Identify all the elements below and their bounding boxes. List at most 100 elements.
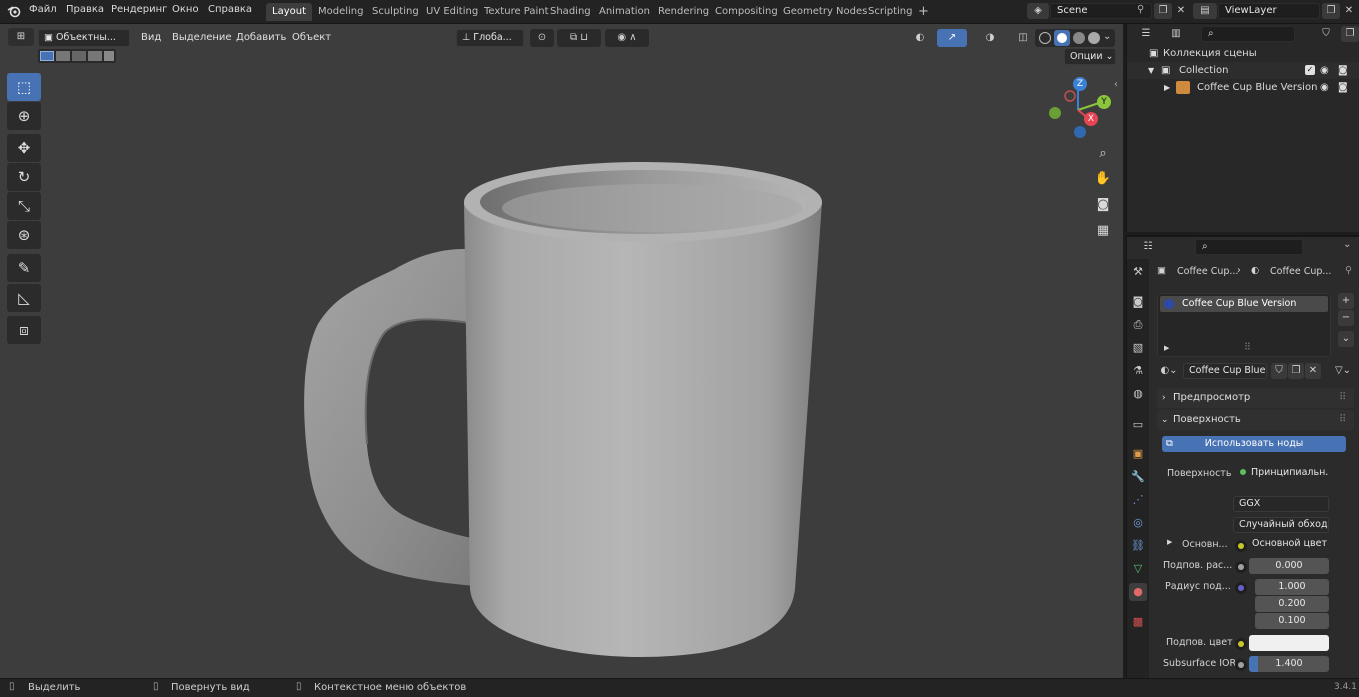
expand-arrow-icon[interactable]: ▼ (1148, 62, 1154, 79)
tab-modeling[interactable]: Modeling (312, 3, 370, 21)
visibility-eye-icon[interactable]: ◉ (1320, 62, 1329, 79)
select-invert-icon[interactable] (88, 51, 102, 61)
gizmo-x-axis[interactable]: X (1084, 112, 1098, 126)
outliner-scene-collection[interactable]: ▣ Коллекция сцены (1127, 45, 1359, 62)
properties-search-input[interactable]: ⌕ (1195, 239, 1303, 255)
use-nodes-button[interactable]: ⧉ Использовать ноды (1162, 436, 1346, 452)
xray-icon[interactable]: ◫ (1014, 29, 1032, 47)
menu-window[interactable]: Окно (172, 4, 199, 15)
base-color-socket-icon[interactable] (1235, 540, 1247, 552)
menu-view[interactable]: Вид (141, 29, 161, 47)
viewlayer-field[interactable]: ViewLayer (1218, 3, 1320, 19)
visibility-icon[interactable]: ◐ (906, 29, 934, 47)
subsurface-socket-icon[interactable] (1235, 561, 1247, 573)
subsurface-method-dropdown[interactable]: Случайный обход (1233, 517, 1329, 533)
collection-tab-icon[interactable]: ▭ (1129, 416, 1147, 434)
menu-file[interactable]: Файл (29, 4, 57, 15)
pan-hand-icon[interactable]: ✋ (1092, 168, 1114, 190)
unlink-material-icon[interactable]: ✕ (1305, 363, 1321, 379)
viewlayer-browse-icon[interactable]: ▤ (1193, 3, 1217, 19)
tab-scripting[interactable]: Scripting (862, 3, 918, 21)
tab-sculpting[interactable]: Sculpting (366, 3, 425, 21)
select-intersect-icon[interactable] (104, 51, 114, 61)
transform-orientation-dropdown[interactable]: ⊥ Глоба... (456, 29, 524, 47)
render-tab-icon[interactable]: ◙ (1129, 293, 1147, 311)
tab-rendering[interactable]: Rendering (652, 3, 715, 21)
pin-icon[interactable]: ⚲ (1345, 265, 1352, 276)
outliner-search-input[interactable]: ⌕ (1201, 26, 1295, 42)
select-box-tool[interactable]: ⬚ (7, 73, 41, 101)
move-tool[interactable]: ✥ (7, 134, 41, 162)
options-dropdown[interactable]: Опции ⌄ (1064, 48, 1116, 65)
new-viewlayer-icon[interactable]: ❐ (1322, 3, 1340, 19)
exclude-checkbox[interactable]: ✓ (1305, 65, 1315, 75)
measure-tool[interactable]: ◺ (7, 284, 41, 312)
shading-options-icon[interactable]: ⌄ (1103, 31, 1111, 42)
expand-arrow-icon[interactable]: ▶ (1167, 538, 1172, 546)
pivot-point-icon[interactable]: ⊙ (530, 29, 554, 47)
modifier-tab-icon[interactable]: 🔧 (1129, 468, 1147, 486)
link-type-icon[interactable]: ▽⌄ (1331, 363, 1355, 379)
tab-animation[interactable]: Animation (593, 3, 656, 21)
new-scene-icon[interactable]: ❐ (1154, 3, 1172, 19)
output-tab-icon[interactable]: ⎙ (1129, 316, 1147, 334)
drag-handle-icon[interactable]: ⠿ (1339, 388, 1346, 408)
overlays-icon[interactable]: ◑ (976, 29, 1004, 47)
menu-help[interactable]: Справка (208, 4, 252, 15)
material-slot-row[interactable]: Coffee Cup Blue Version (1160, 296, 1328, 312)
camera-view-icon[interactable]: ◙ (1092, 194, 1114, 216)
select-extend-icon[interactable] (56, 51, 70, 61)
3d-viewport[interactable]: ⊞ ▣ Объектны... Вид Выделение Добавить О… (0, 24, 1123, 678)
transform-tool[interactable]: ⊛ (7, 221, 41, 249)
material-browse-icon[interactable]: ◐⌄ (1157, 362, 1181, 379)
menu-object[interactable]: Объект (292, 29, 331, 47)
outliner-object[interactable]: ▶ Coffee Cup Blue Version ◉ ◙ (1127, 79, 1359, 96)
particles-tab-icon[interactable]: ⋰ (1129, 491, 1147, 509)
render-camera-icon[interactable]: ◙ (1338, 62, 1348, 79)
expand-arrow-icon[interactable]: ▶ (1164, 344, 1169, 352)
blender-logo-icon[interactable] (7, 4, 21, 18)
radius-socket-icon[interactable] (1235, 582, 1247, 594)
remove-viewlayer-icon[interactable]: ✕ (1340, 3, 1358, 19)
surface-panel-header[interactable]: ⌄ Поверхность ⠿ (1157, 410, 1354, 430)
proportional-edit-icon[interactable]: ◉ ∧ (605, 29, 649, 47)
properties-editor-icon[interactable]: ☷ (1135, 239, 1161, 255)
mode-dropdown[interactable]: ▣ Объектны... (38, 29, 130, 47)
outliner-collection[interactable]: ▼ ▣ Collection ✓ ◉ ◙ (1127, 62, 1359, 79)
expand-arrow-icon[interactable]: ▶ (1164, 79, 1170, 96)
rendered-shading-icon[interactable] (1088, 32, 1100, 44)
fake-user-shield-icon[interactable]: ⛉ (1271, 363, 1287, 379)
visibility-eye-icon[interactable]: ◉ (1320, 79, 1329, 96)
tab-layout[interactable]: Layout (266, 3, 312, 21)
wireframe-shading-icon[interactable] (1039, 32, 1051, 44)
material-name-field[interactable]: Coffee Cup Blue ... (1183, 363, 1267, 379)
world-tab-icon[interactable]: ◍ (1129, 385, 1147, 403)
zoom-icon[interactable]: ⌕ (1092, 143, 1114, 165)
select-new-icon[interactable] (40, 51, 54, 61)
resize-grip-icon[interactable]: ⠿ (1244, 342, 1251, 353)
tool-tab-icon[interactable]: ⚒ (1129, 263, 1147, 281)
solid-shading-icon[interactable] (1054, 30, 1070, 46)
radius-x-field[interactable]: 1.000 (1255, 579, 1329, 595)
rotate-tool[interactable]: ↻ (7, 163, 41, 191)
material-slots-list[interactable]: Coffee Cup Blue Version ▶ ⠿ (1157, 293, 1331, 357)
menu-select[interactable]: Выделение (172, 29, 232, 47)
drag-handle-icon[interactable]: ⠿ (1339, 410, 1346, 430)
material-tab-icon[interactable]: ● (1129, 583, 1147, 601)
subsurface-ior-socket-icon[interactable] (1235, 659, 1247, 671)
editor-type-icon[interactable]: ⊞ (8, 28, 34, 46)
constraints-tab-icon[interactable]: ⛓ (1129, 537, 1147, 555)
base-color-field[interactable]: Основной цвет (1247, 537, 1329, 553)
material-shading-icon[interactable] (1073, 32, 1085, 44)
remove-scene-icon[interactable]: ✕ (1172, 3, 1190, 19)
subsurface-field[interactable]: 0.000 (1249, 558, 1329, 574)
menu-edit[interactable]: Правка (66, 4, 104, 15)
gizmo-toggle-icon[interactable]: ↗ (937, 29, 967, 47)
filter-icon[interactable]: ⛉ (1315, 26, 1337, 42)
tab-compositing[interactable]: Compositing (709, 3, 784, 21)
gizmo-y-axis[interactable]: Y (1097, 95, 1111, 109)
slot-specials-icon[interactable]: ⌄ (1338, 331, 1354, 347)
object-tab-icon[interactable]: ▣ (1129, 445, 1147, 463)
data-tab-icon[interactable]: ▽ (1129, 560, 1147, 578)
radius-z-field[interactable]: 0.100 (1255, 613, 1329, 629)
